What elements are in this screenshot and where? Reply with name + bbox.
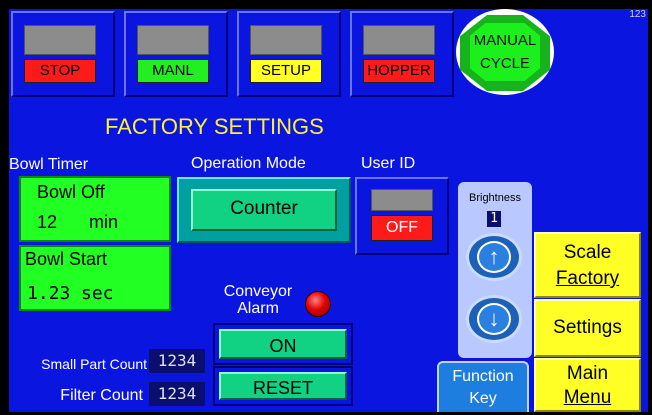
corner-number: 123 [629, 9, 646, 20]
arrow-up-icon: ↑ [477, 241, 511, 273]
brightness-panel: Brightness 1 ↑ ↓ [458, 182, 532, 358]
conveyor-on-frame: ON [213, 323, 353, 365]
arrow-down-icon: ↓ [477, 303, 511, 335]
manual-cycle-line2: CYCLE [479, 55, 531, 72]
setup-button[interactable]: SETUP [237, 11, 341, 97]
brightness-label: Brightness [469, 192, 521, 204]
brightness-value: 1 [487, 211, 501, 227]
main-menu-button[interactable]: Main Menu [534, 358, 641, 412]
function-key-line1: Function [452, 368, 514, 385]
setup-indicator [250, 25, 322, 55]
small-part-count-label: Small Part Count [41, 356, 147, 372]
user-id-state: OFF [371, 215, 433, 241]
user-id-indicator [371, 189, 433, 211]
main-menu-line2: Menu [563, 387, 612, 408]
conveyor-on-button[interactable]: ON [219, 329, 347, 359]
bowl-start-value: 1.23 [27, 283, 71, 304]
stop-indicator [24, 25, 96, 55]
settings-button[interactable]: Settings [534, 299, 641, 357]
conveyor-alarm-line2: Alarm [237, 300, 279, 317]
function-key-button[interactable]: Function Key [437, 361, 529, 412]
user-id-frame[interactable]: OFF [355, 177, 449, 255]
bowl-timer-label: Bowl Timer [9, 156, 89, 173]
scale-factory-line1: Scale [563, 242, 612, 263]
bowl-start-label: Bowl Start [25, 249, 108, 269]
conveyor-alarm-label: Conveyor Alarm [213, 283, 303, 317]
bowl-start-unit: sec [81, 283, 114, 304]
manual-mode-button[interactable]: MANL [124, 11, 228, 97]
bowl-off-label: Bowl Off [37, 182, 105, 202]
manual-indicator [137, 25, 209, 55]
user-id-label: User ID [361, 155, 416, 172]
alarm-lamp-icon [305, 291, 331, 317]
bowl-start-box[interactable]: Bowl Start 1.23 sec [19, 245, 171, 311]
bowl-off-box[interactable]: Bowl Off 12 min [19, 176, 171, 242]
filter-count-label: Filter Count [60, 387, 143, 404]
small-part-count-value[interactable]: 1234 [149, 349, 205, 373]
stop-label: STOP [24, 59, 96, 83]
scale-factory-button[interactable]: Scale Factory [534, 232, 641, 298]
manual-cycle-line1: MANUAL [473, 32, 537, 49]
hopper-button[interactable]: HOPPER [350, 11, 454, 97]
reset-frame: RESET [213, 366, 353, 406]
function-key-line2: Key [469, 390, 497, 407]
main-menu-line1: Main [566, 363, 609, 384]
brightness-up-button[interactable]: ↑ [466, 233, 522, 281]
filter-count-value[interactable]: 1234 [149, 382, 205, 406]
manual-cycle-text: MANUAL CYCLE [470, 29, 540, 75]
page-title: FACTORY SETTINGS [105, 114, 324, 139]
operation-mode-label: Operation Mode [191, 155, 306, 172]
hmi-screen: STOP MANL SETUP HOPPER MANUAL CYCLE 123 … [0, 0, 652, 415]
hopper-indicator [363, 25, 435, 55]
manual-label: MANL [137, 59, 209, 83]
factory-settings-panel: STOP MANL SETUP HOPPER MANUAL CYCLE 123 … [9, 9, 648, 412]
manual-cycle-button[interactable]: MANUAL CYCLE [456, 9, 554, 95]
brightness-down-button[interactable]: ↓ [466, 295, 522, 343]
scale-factory-line2: Factory [555, 268, 620, 289]
setup-label: SETUP [250, 59, 322, 83]
operation-mode-frame: Counter [177, 177, 351, 243]
stop-button[interactable]: STOP [11, 11, 115, 97]
hopper-label: HOPPER [363, 59, 435, 83]
bowl-off-value: 12 [37, 212, 58, 232]
conveyor-alarm-line1: Conveyor [223, 283, 293, 300]
operation-mode-button[interactable]: Counter [191, 189, 337, 231]
reset-button[interactable]: RESET [219, 372, 347, 400]
bowl-off-unit: min [89, 212, 119, 232]
